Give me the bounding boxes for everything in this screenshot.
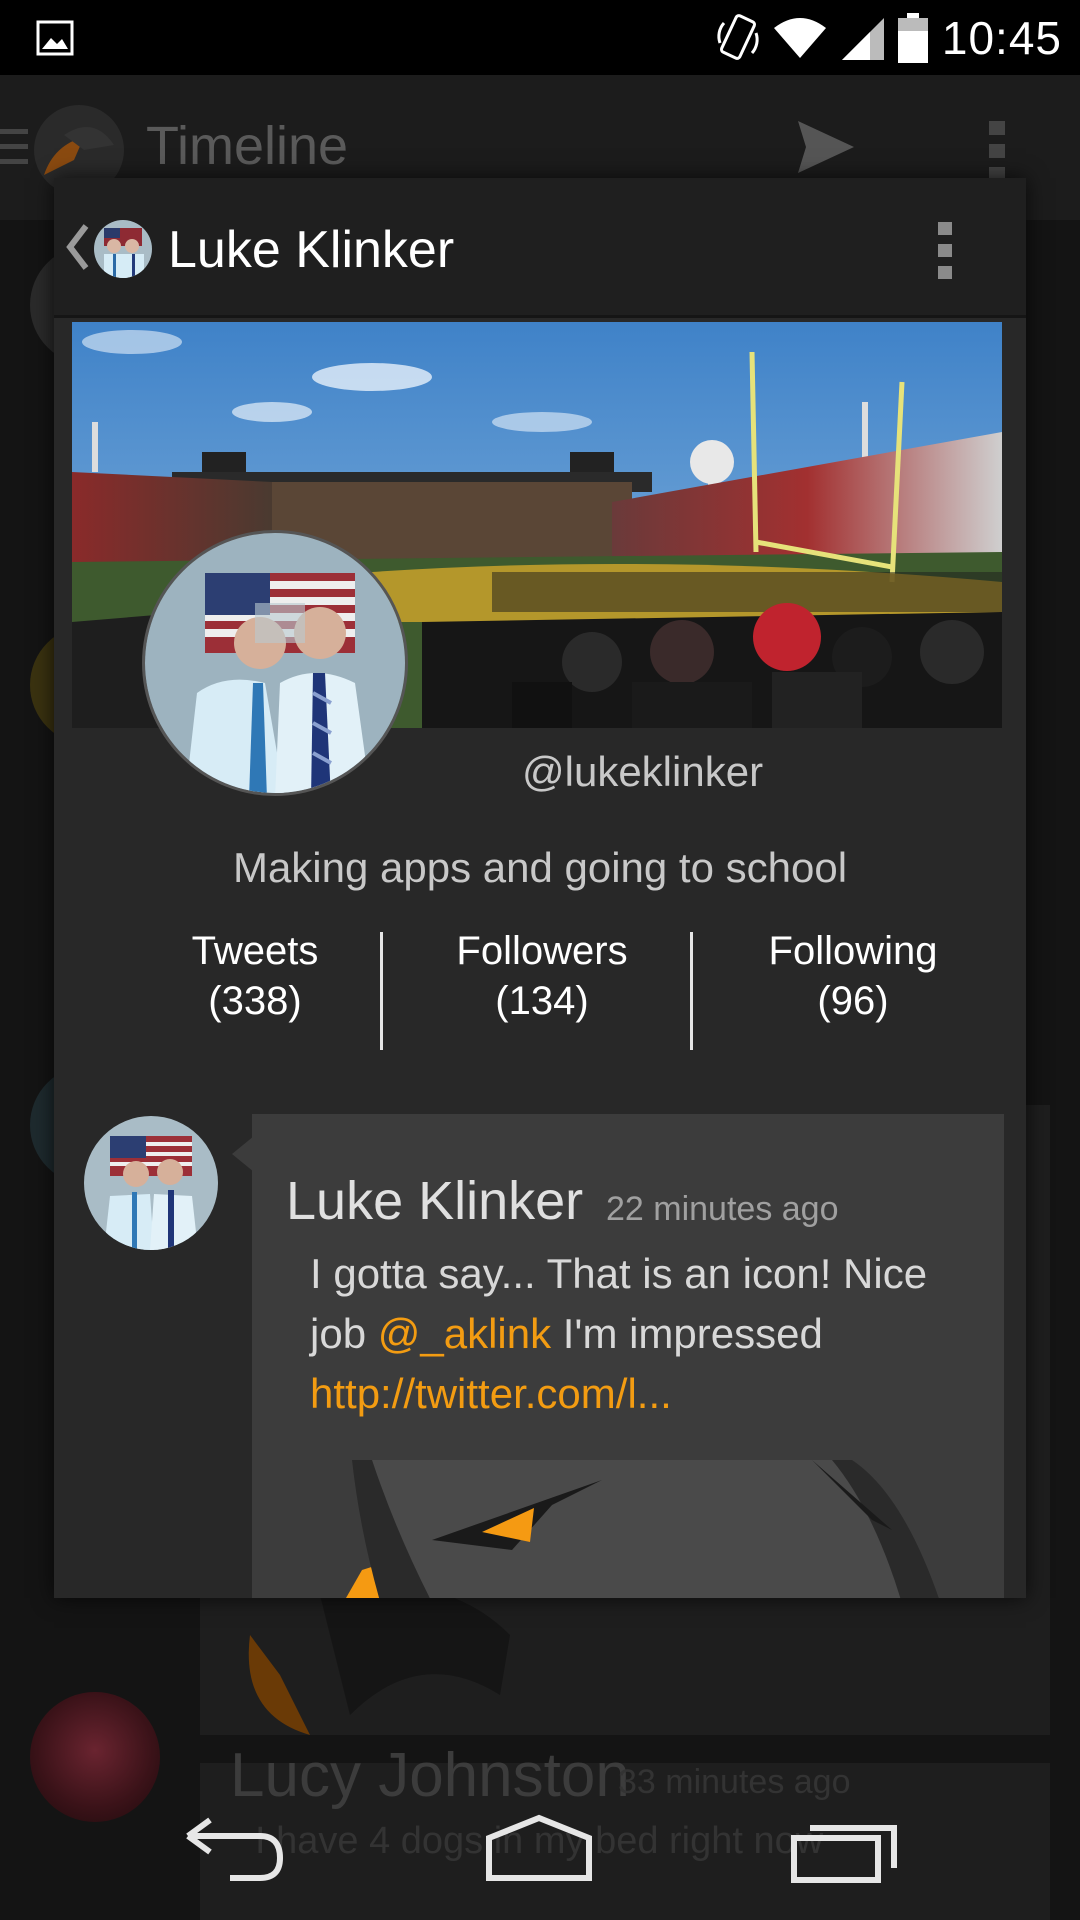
tweet-text-part: I'm impressed	[551, 1310, 823, 1357]
recents-icon[interactable]	[790, 1814, 900, 1884]
stat-label: Followers	[456, 929, 628, 973]
gallery-icon	[36, 20, 74, 56]
mention-link[interactable]: @_aklink	[378, 1310, 551, 1357]
tweets-stat[interactable]: Tweets (338)	[100, 926, 410, 1026]
tweet-bubble-pointer	[232, 1136, 254, 1172]
stat-label: Tweets	[191, 929, 319, 973]
overflow-menu-icon[interactable]	[934, 220, 956, 282]
status-bar: 10:45	[0, 0, 1080, 75]
profile-stats: Tweets (338) Followers (134) Following (…	[54, 926, 1026, 1050]
home-icon[interactable]	[484, 1814, 594, 1884]
overflow-menu-icon	[989, 121, 1005, 181]
stat-divider	[380, 932, 383, 1050]
stat-label: Following	[768, 929, 938, 973]
followers-stat[interactable]: Followers (134)	[387, 926, 697, 1026]
menu-icon	[0, 129, 28, 164]
toolbar-title: Timeline	[146, 116, 349, 176]
dialog-header: Luke Klinker	[54, 178, 1026, 318]
profile-name: Luke Klinker	[168, 221, 455, 279]
profile-handle: @lukeklinker	[522, 748, 764, 795]
profile-dialog: Luke Klinker @lukeklinker Making apps an…	[54, 178, 1026, 1598]
profile-avatar[interactable]	[142, 530, 408, 796]
status-icons: 10:45	[716, 10, 1062, 66]
tweet-text: I gotta say... That is an icon! Nice job…	[310, 1244, 960, 1424]
tweet-card[interactable]: Luke Klinker 22 minutes ago I gotta say.…	[252, 1114, 1004, 1598]
clock: 10:45	[941, 12, 1062, 64]
rotate-icon	[717, 14, 759, 60]
profile-bio: Making apps and going to school	[232, 844, 848, 891]
back-chevron-icon[interactable]	[64, 222, 90, 272]
tweet-author-name: Luke Klinker	[286, 1171, 584, 1231]
stat-divider	[690, 932, 693, 1050]
wifi-icon	[773, 18, 826, 58]
url-link[interactable]: http://twitter.com/l...	[310, 1370, 672, 1417]
following-stat[interactable]: Following (96)	[698, 926, 1008, 1026]
stat-count: (338)	[208, 979, 302, 1023]
navigation-bar	[0, 1770, 1080, 1920]
header-avatar[interactable]	[94, 220, 152, 278]
stat-count: (134)	[495, 979, 589, 1023]
tweet-timestamp: 22 minutes ago	[606, 1190, 839, 1228]
send-icon	[798, 121, 854, 173]
tweet-avatar[interactable]	[84, 1116, 218, 1250]
back-icon[interactable]	[180, 1814, 290, 1884]
tweet-media-image[interactable]	[252, 1460, 1004, 1598]
signal-icon	[841, 18, 884, 60]
battery-icon	[897, 13, 928, 63]
stat-count: (96)	[817, 979, 889, 1023]
